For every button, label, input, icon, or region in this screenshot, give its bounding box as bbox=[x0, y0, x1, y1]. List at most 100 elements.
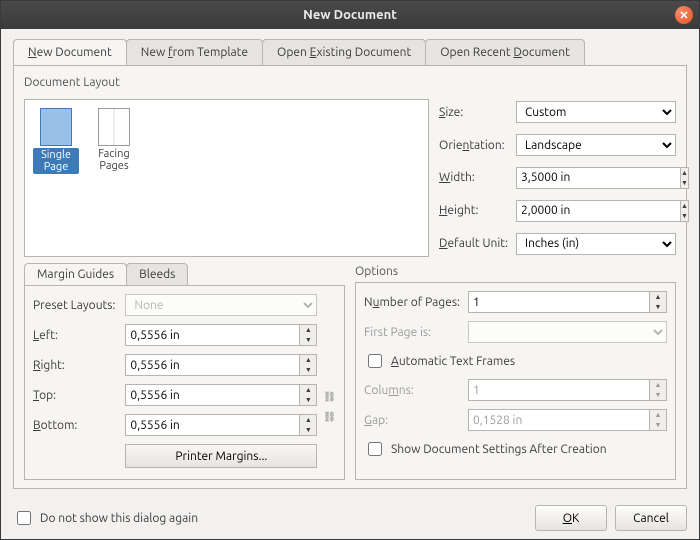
margin-right-spinner[interactable]: ▲▼ bbox=[125, 354, 317, 376]
margin-right-input[interactable] bbox=[125, 354, 299, 376]
first-page-label: First Page is: bbox=[364, 326, 460, 339]
spin-up-icon: ▲ bbox=[650, 380, 666, 390]
dont-show-label: Do not show this dialog again bbox=[40, 512, 198, 525]
close-icon: ✕ bbox=[679, 9, 688, 22]
facing-pages-icon bbox=[98, 108, 130, 146]
spin-up-icon[interactable]: ▲ bbox=[681, 201, 688, 211]
layout-row: Single Page Facing Pages Size: Custom Or… bbox=[24, 99, 676, 257]
spin-up-icon[interactable]: ▲ bbox=[300, 385, 316, 395]
dont-show-checkbox[interactable] bbox=[17, 511, 31, 525]
margin-left-spinner[interactable]: ▲▼ bbox=[125, 324, 317, 346]
orientation-label: Orientation: bbox=[439, 139, 508, 152]
size-label: Size: bbox=[439, 106, 508, 119]
spin-up-icon[interactable]: ▲ bbox=[650, 292, 666, 302]
spin-down-icon: ▼ bbox=[650, 420, 666, 430]
spin-down-icon[interactable]: ▼ bbox=[681, 211, 688, 221]
layout-facing-pages[interactable]: Facing Pages bbox=[91, 108, 137, 172]
preset-layouts-select: None bbox=[125, 294, 317, 316]
num-pages-spinner[interactable]: ▲▼ bbox=[468, 291, 667, 313]
width-label: Width: bbox=[439, 171, 508, 184]
tab-open-existing[interactable]: Open Existing Document bbox=[262, 39, 426, 65]
tab-new-from-template[interactable]: New from Template bbox=[126, 39, 263, 65]
margin-tabs: Margin Guides Bleeds bbox=[24, 263, 345, 285]
default-unit-label: Default Unit: bbox=[439, 237, 508, 250]
options-body: Number of Pages: ▲▼ First Page is: Autom… bbox=[355, 282, 676, 480]
facing-pages-label: Facing Pages bbox=[91, 148, 137, 172]
tab-bleeds[interactable]: Bleeds bbox=[126, 263, 188, 285]
layout-thumbnails: Single Page Facing Pages bbox=[24, 99, 429, 257]
margin-right-label: Right: bbox=[33, 359, 115, 372]
show-settings-checkbox[interactable] bbox=[368, 442, 382, 456]
orientation-select[interactable]: Landscape bbox=[516, 134, 676, 156]
new-document-dialog: New Document ✕ New Document New from Tem… bbox=[0, 0, 700, 540]
spin-down-icon[interactable]: ▼ bbox=[300, 395, 316, 405]
num-pages-label: Number of Pages: bbox=[364, 296, 460, 309]
dialog-content: New Document New from Template Open Exis… bbox=[1, 29, 699, 497]
document-layout-label: Document Layout bbox=[24, 76, 676, 89]
dont-show-row: Do not show this dialog again bbox=[13, 508, 198, 528]
auto-text-frames-row: Automatic Text Frames bbox=[364, 351, 667, 371]
first-page-select bbox=[468, 321, 667, 343]
spin-up-icon[interactable]: ▲ bbox=[300, 355, 316, 365]
gap-label: Gap: bbox=[364, 414, 460, 427]
options-label: Options bbox=[355, 265, 676, 278]
window-title: New Document bbox=[303, 8, 397, 22]
lower-row: Margin Guides Bleeds Preset Layouts: Non… bbox=[24, 263, 676, 480]
columns-spinner: ▲▼ bbox=[468, 379, 667, 401]
titlebar: New Document ✕ bbox=[1, 1, 699, 29]
spin-down-icon: ▼ bbox=[650, 390, 666, 400]
tab-new-document[interactable]: New Document bbox=[13, 39, 127, 65]
size-select[interactable]: Custom bbox=[516, 101, 676, 123]
height-label: Height: bbox=[439, 204, 508, 217]
margin-bottom-input[interactable] bbox=[125, 414, 299, 436]
columns-input bbox=[468, 379, 649, 401]
columns-label: Columns: bbox=[364, 384, 460, 397]
gap-input bbox=[468, 409, 649, 431]
height-spinner[interactable]: ▲▼ bbox=[516, 200, 676, 222]
margins-form: Preset Layouts: None Left: ▲▼ Right: ▲▼ … bbox=[33, 294, 317, 468]
options-panel: Options Number of Pages: ▲▼ First Page i… bbox=[355, 263, 676, 480]
cancel-button[interactable]: Cancel bbox=[615, 505, 687, 531]
margin-left-input[interactable] bbox=[125, 324, 299, 346]
main-tabs: New Document New from Template Open Exis… bbox=[13, 39, 687, 66]
show-settings-label: Show Document Settings After Creation bbox=[391, 443, 607, 456]
margin-top-label: Top: bbox=[33, 389, 115, 402]
auto-text-frames-label: Automatic Text Frames bbox=[391, 355, 515, 368]
auto-text-frames-checkbox[interactable] bbox=[368, 354, 382, 368]
page-size-grid: Size: Custom Orientation: Landscape Widt… bbox=[439, 99, 676, 257]
spin-down-icon[interactable]: ▼ bbox=[681, 178, 688, 188]
tab-open-recent[interactable]: Open Recent Document bbox=[425, 39, 585, 65]
spin-down-icon[interactable]: ▼ bbox=[300, 365, 316, 375]
default-unit-select[interactable]: Inches (in) bbox=[516, 233, 676, 255]
width-input[interactable] bbox=[516, 167, 680, 189]
spin-up-icon[interactable]: ▲ bbox=[300, 325, 316, 335]
spin-down-icon[interactable]: ▼ bbox=[300, 425, 316, 435]
margin-top-input[interactable] bbox=[125, 384, 299, 406]
link-chain-icon[interactable]: ⛓ bbox=[323, 391, 336, 403]
margins-panel: Margin Guides Bleeds Preset Layouts: Non… bbox=[24, 263, 345, 480]
spin-down-icon[interactable]: ▼ bbox=[300, 335, 316, 345]
ok-button[interactable]: OK bbox=[535, 505, 607, 531]
printer-margins-button[interactable]: Printer Margins... bbox=[125, 444, 317, 468]
margin-bottom-label: Bottom: bbox=[33, 419, 115, 432]
options-form: Number of Pages: ▲▼ First Page is: Autom… bbox=[364, 291, 667, 459]
preset-layouts-label: Preset Layouts: bbox=[33, 299, 115, 312]
margin-bottom-spinner[interactable]: ▲▼ bbox=[125, 414, 317, 436]
close-button[interactable]: ✕ bbox=[675, 6, 693, 24]
layout-single-page[interactable]: Single Page bbox=[33, 108, 79, 174]
spin-up-icon[interactable]: ▲ bbox=[300, 415, 316, 425]
spin-up-icon[interactable]: ▲ bbox=[681, 168, 688, 178]
margin-top-spinner[interactable]: ▲▼ bbox=[125, 384, 317, 406]
margins-body: Preset Layouts: None Left: ▲▼ Right: ▲▼ … bbox=[24, 285, 345, 480]
height-input[interactable] bbox=[516, 200, 680, 222]
spin-down-icon[interactable]: ▼ bbox=[650, 302, 666, 312]
margin-link-icons: ⛓ ⛓ bbox=[323, 294, 336, 468]
dialog-footer: Do not show this dialog again OK Cancel bbox=[1, 497, 699, 539]
single-page-icon bbox=[40, 108, 72, 146]
tab-margin-guides[interactable]: Margin Guides bbox=[24, 263, 127, 285]
width-spinner[interactable]: ▲▼ bbox=[516, 167, 676, 189]
link-chain-icon[interactable]: ⛓ bbox=[323, 411, 336, 423]
margin-left-label: Left: bbox=[33, 329, 115, 342]
num-pages-input[interactable] bbox=[468, 291, 649, 313]
gap-spinner: ▲▼ bbox=[468, 409, 667, 431]
